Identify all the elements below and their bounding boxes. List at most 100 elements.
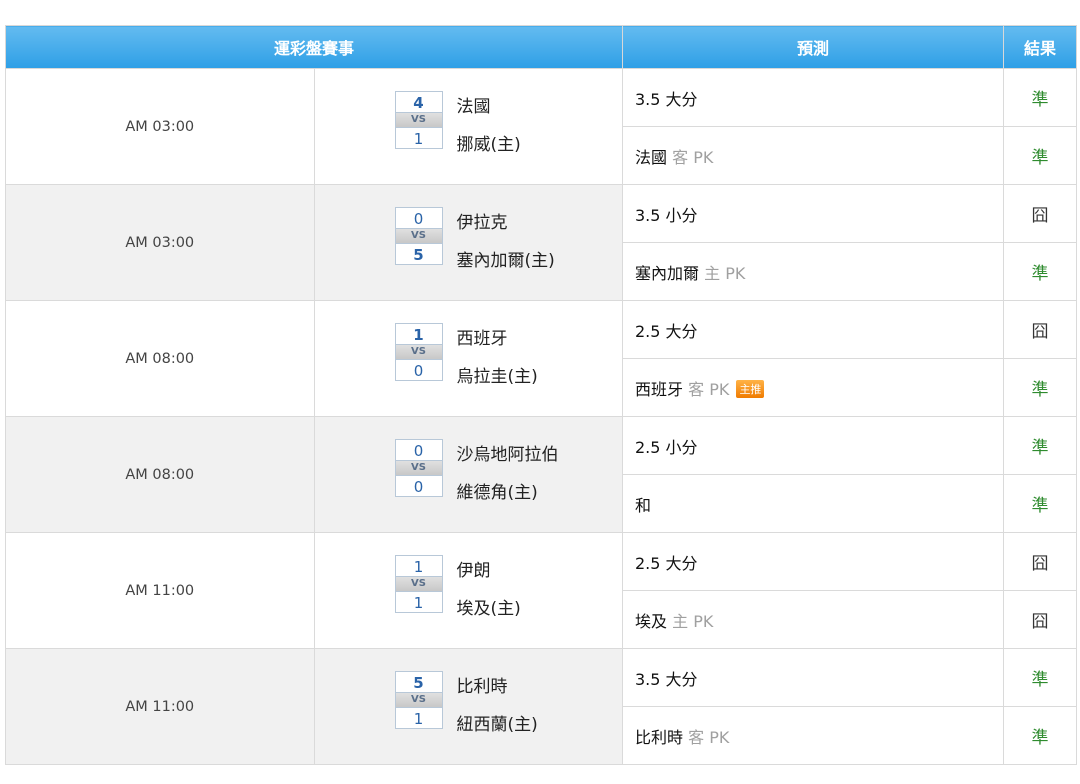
team1-score: 0	[394, 439, 443, 461]
vs-label: VS	[394, 693, 443, 707]
result-mark: 準	[1003, 474, 1077, 533]
game-row: AM 11:00 5 VS 1 比利時 紐西蘭(主) 3.5 大分 準	[5, 648, 1077, 765]
vs-label: VS	[394, 577, 443, 591]
prediction-handicap: 主 PK	[704, 263, 746, 283]
team2-name: 塞內加爾(主)	[456, 251, 555, 271]
scoreboard: 1 VS 0	[394, 323, 443, 381]
scoreboard: 0 VS 5	[394, 207, 443, 265]
team2-name: 烏拉圭(主)	[456, 367, 538, 387]
vs-label: VS	[394, 229, 443, 243]
result-mark: 準	[1003, 358, 1077, 417]
team1-name: 伊朗	[456, 561, 491, 581]
header-result: 結果	[1003, 25, 1077, 69]
prediction-total: 3.5 小分	[622, 184, 1004, 243]
team1-score: 1	[394, 323, 443, 345]
prediction-main: 2.5 小分	[635, 437, 698, 457]
result-mark: 囧	[1003, 184, 1077, 243]
game-row: AM 03:00 0 VS 5 伊拉克 塞內加爾(主) 3.5 小分 囧	[5, 184, 1077, 301]
header-prediction: 預測	[622, 25, 1004, 69]
result-mark: 囧	[1003, 590, 1077, 649]
game-row: AM 03:00 4 VS 1 法國 挪威(主) 3.5 大分 準	[5, 68, 1077, 185]
match-time: AM 03:00	[5, 68, 315, 185]
team2-score: 1	[394, 127, 443, 149]
prediction-main: 3.5 大分	[635, 669, 698, 689]
team1-name: 法國	[456, 97, 491, 117]
prediction-side: 塞內加爾 主 PK	[622, 242, 1004, 301]
team1-name: 沙烏地阿拉伯	[456, 445, 559, 465]
result-mark: 準	[1003, 68, 1077, 127]
header-row: 運彩盤賽事 預測 結果	[5, 25, 1077, 69]
team2-score: 5	[394, 243, 443, 265]
prediction-total: 2.5 大分	[622, 300, 1004, 359]
match-time: AM 03:00	[5, 184, 315, 301]
match-time: AM 08:00	[5, 416, 315, 533]
prediction-main: 西班牙	[635, 379, 684, 399]
game-rows: AM 03:00 4 VS 1 法國 挪威(主) 3.5 大分 準 法國 客 P…	[5, 68, 1077, 765]
prediction-side: 西班牙 客 PK 主推	[622, 358, 1004, 417]
team2-score: 1	[394, 591, 443, 613]
team2-name: 紐西蘭(主)	[456, 715, 538, 735]
game-row: AM 08:00 1 VS 0 西班牙 烏拉圭(主) 2.5 大分 囧	[5, 300, 1077, 417]
prediction-side: 埃及 主 PK	[622, 590, 1004, 649]
result-mark: 囧	[1003, 300, 1077, 359]
game-row: AM 08:00 0 VS 0 沙烏地阿拉伯 維德角(主) 2.5 小分 準	[5, 416, 1077, 533]
prediction-handicap: 客 PK	[672, 147, 714, 167]
match-time: AM 11:00	[5, 648, 315, 765]
prediction-total: 3.5 大分	[622, 68, 1004, 127]
team1-score: 5	[394, 671, 443, 693]
team1-score: 4	[394, 91, 443, 113]
scoreboard: 1 VS 1	[394, 555, 443, 613]
team2-name: 挪威(主)	[456, 135, 521, 155]
prediction-main: 和	[635, 495, 652, 515]
header-match: 運彩盤賽事	[5, 25, 623, 69]
team1-name: 伊拉克	[456, 213, 508, 233]
team1-name: 比利時	[456, 677, 508, 697]
predictions-table: 運彩盤賽事 預測 結果 AM 03:00 4 VS 1 法國 挪威(主) 3.5…	[5, 25, 1077, 765]
result-mark: 囧	[1003, 532, 1077, 591]
team2-score: 1	[394, 707, 443, 729]
game-row: AM 11:00 1 VS 1 伊朗 埃及(主) 2.5 大分 囧	[5, 532, 1077, 649]
scoreboard: 0 VS 0	[394, 439, 443, 497]
prediction-side: 法國 客 PK	[622, 126, 1004, 185]
prediction-main: 3.5 小分	[635, 205, 698, 225]
team2-score: 0	[394, 359, 443, 381]
prediction-handicap: 主 PK	[672, 611, 714, 631]
match-cell: 5 VS 1 比利時 紐西蘭(主)	[313, 648, 623, 765]
prediction-main: 2.5 大分	[635, 553, 698, 573]
prediction-main: 比利時	[635, 727, 684, 747]
prediction-side: 和	[622, 474, 1004, 533]
result-mark: 準	[1003, 242, 1077, 301]
match-cell: 0 VS 0 沙烏地阿拉伯 維德角(主)	[313, 416, 623, 533]
result-mark: 準	[1003, 416, 1077, 475]
team1-score: 0	[394, 207, 443, 229]
prediction-main: 塞內加爾	[635, 263, 700, 283]
prediction-handicap: 客 PK	[688, 727, 730, 747]
match-cell: 4 VS 1 法國 挪威(主)	[313, 68, 623, 185]
vs-label: VS	[394, 113, 443, 127]
vs-label: VS	[394, 345, 443, 359]
prediction-main: 法國	[635, 147, 668, 167]
scoreboard: 5 VS 1	[394, 671, 443, 729]
prediction-total: 2.5 大分	[622, 532, 1004, 591]
prediction-main: 3.5 大分	[635, 89, 698, 109]
match-cell: 0 VS 5 伊拉克 塞內加爾(主)	[313, 184, 623, 301]
prediction-side: 比利時 客 PK	[622, 706, 1004, 765]
match-time: AM 08:00	[5, 300, 315, 417]
match-cell: 1 VS 1 伊朗 埃及(主)	[313, 532, 623, 649]
result-mark: 準	[1003, 648, 1077, 707]
predictions-table-wrapper: 運彩盤賽事 預測 結果 AM 03:00 4 VS 1 法國 挪威(主) 3.5…	[5, 25, 1077, 765]
result-mark: 準	[1003, 126, 1077, 185]
prediction-handicap: 客 PK	[688, 379, 730, 399]
vs-label: VS	[394, 461, 443, 475]
featured-pick-badge: 主推	[736, 379, 765, 398]
prediction-main: 埃及	[635, 611, 668, 631]
match-time: AM 11:00	[5, 532, 315, 649]
team2-name: 維德角(主)	[456, 483, 538, 503]
match-cell: 1 VS 0 西班牙 烏拉圭(主)	[313, 300, 623, 417]
scoreboard: 4 VS 1	[394, 91, 443, 149]
prediction-total: 3.5 大分	[622, 648, 1004, 707]
prediction-main: 2.5 大分	[635, 321, 698, 341]
team1-score: 1	[394, 555, 443, 577]
result-mark: 準	[1003, 706, 1077, 765]
team2-score: 0	[394, 475, 443, 497]
